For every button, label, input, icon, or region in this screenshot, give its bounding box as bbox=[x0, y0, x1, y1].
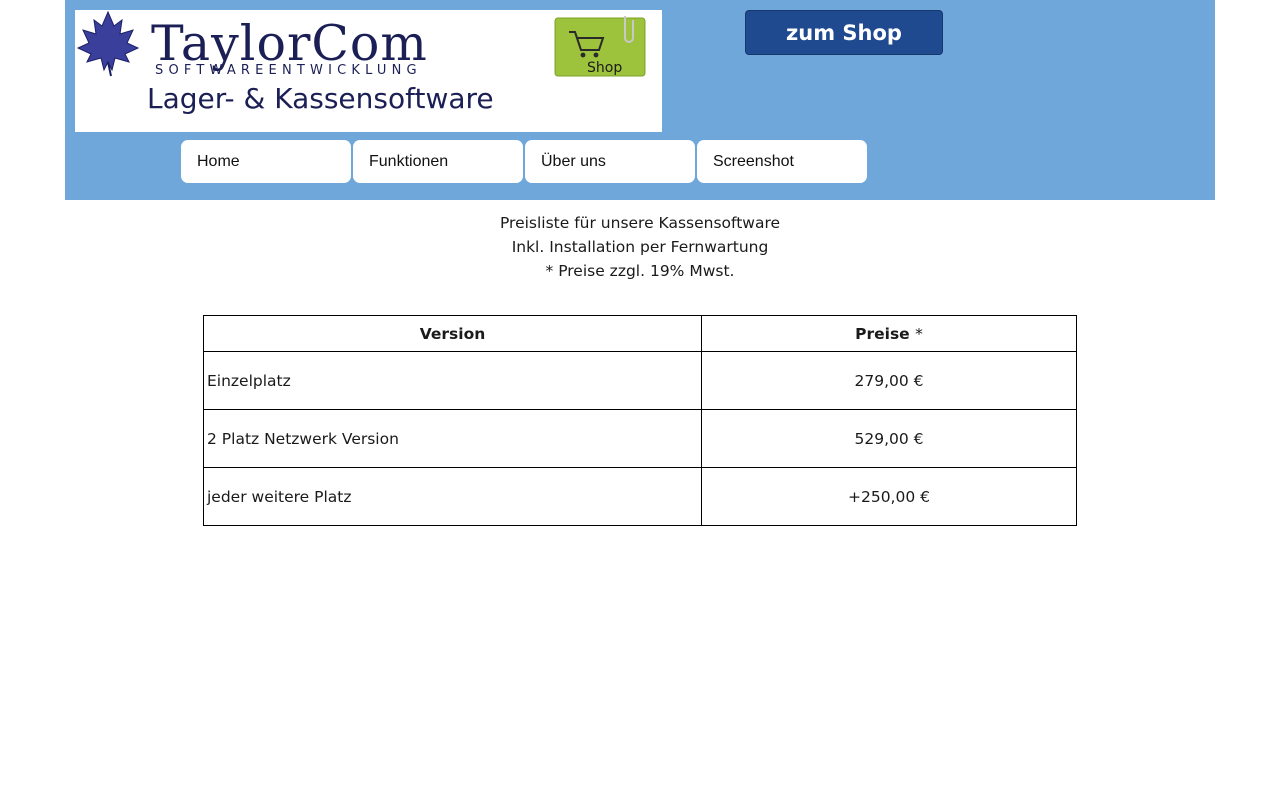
price-header-label: Preise bbox=[855, 324, 910, 343]
main-nav: Home Funktionen Über uns Screenshot bbox=[181, 140, 867, 183]
shop-badge-label: Shop bbox=[587, 60, 622, 76]
logo-subtitle: SOFTWAREENTWICKLUNG bbox=[155, 63, 422, 78]
column-header-version: Version bbox=[203, 315, 702, 352]
price-cell: 529,00 € bbox=[701, 409, 1077, 468]
price-cell: 279,00 € bbox=[701, 351, 1077, 410]
logo-product-line: Lager- & Kassensoftware bbox=[147, 82, 494, 115]
table-row: jeder weitere Platz +250,00 € bbox=[203, 467, 1077, 526]
nav-item-ueber-uns[interactable]: Über uns bbox=[525, 140, 695, 183]
table-row: 2 Platz Netzwerk Version 529,00 € bbox=[203, 409, 1077, 468]
column-header-price: Preise * bbox=[701, 315, 1077, 352]
intro-tax-note: * Preise zzgl. 19% Mwst. bbox=[545, 262, 735, 280]
logo-graphic: TaylorCom SOFTWAREENTWICKLUNG Lager- & K… bbox=[76, 10, 646, 115]
zum-shop-button[interactable]: zum Shop bbox=[745, 10, 943, 55]
version-cell: jeder weitere Platz bbox=[203, 467, 702, 526]
shop-badge: Shop bbox=[554, 16, 646, 77]
nav-item-home[interactable]: Home bbox=[181, 140, 351, 183]
header: TaylorCom SOFTWAREENTWICKLUNG Lager- & K… bbox=[65, 0, 1215, 200]
version-cell: 2 Platz Netzwerk Version bbox=[203, 409, 702, 468]
nav-item-funktionen[interactable]: Funktionen bbox=[353, 140, 523, 183]
taylorcom-logo[interactable]: TaylorCom SOFTWAREENTWICKLUNG Lager- & K… bbox=[75, 10, 662, 132]
price-intro: Preisliste für unsere Kassensoftware Ink… bbox=[0, 211, 1280, 283]
price-cell: +250,00 € bbox=[701, 467, 1077, 526]
table-header-row: Version Preise * bbox=[203, 315, 1077, 352]
intro-installation-note: Inkl. Installation per Fernwartung bbox=[511, 238, 769, 256]
intro-title: Preisliste für unsere Kassensoftware bbox=[499, 214, 781, 232]
price-table: Version Preise * Einzelplatz 279,00 € 2 … bbox=[203, 315, 1077, 526]
nav-item-screenshot[interactable]: Screenshot bbox=[697, 140, 867, 183]
version-cell: Einzelplatz bbox=[203, 351, 702, 410]
table-row: Einzelplatz 279,00 € bbox=[203, 351, 1077, 410]
maple-leaf-icon bbox=[76, 10, 140, 77]
price-header-marker: * bbox=[915, 324, 923, 343]
